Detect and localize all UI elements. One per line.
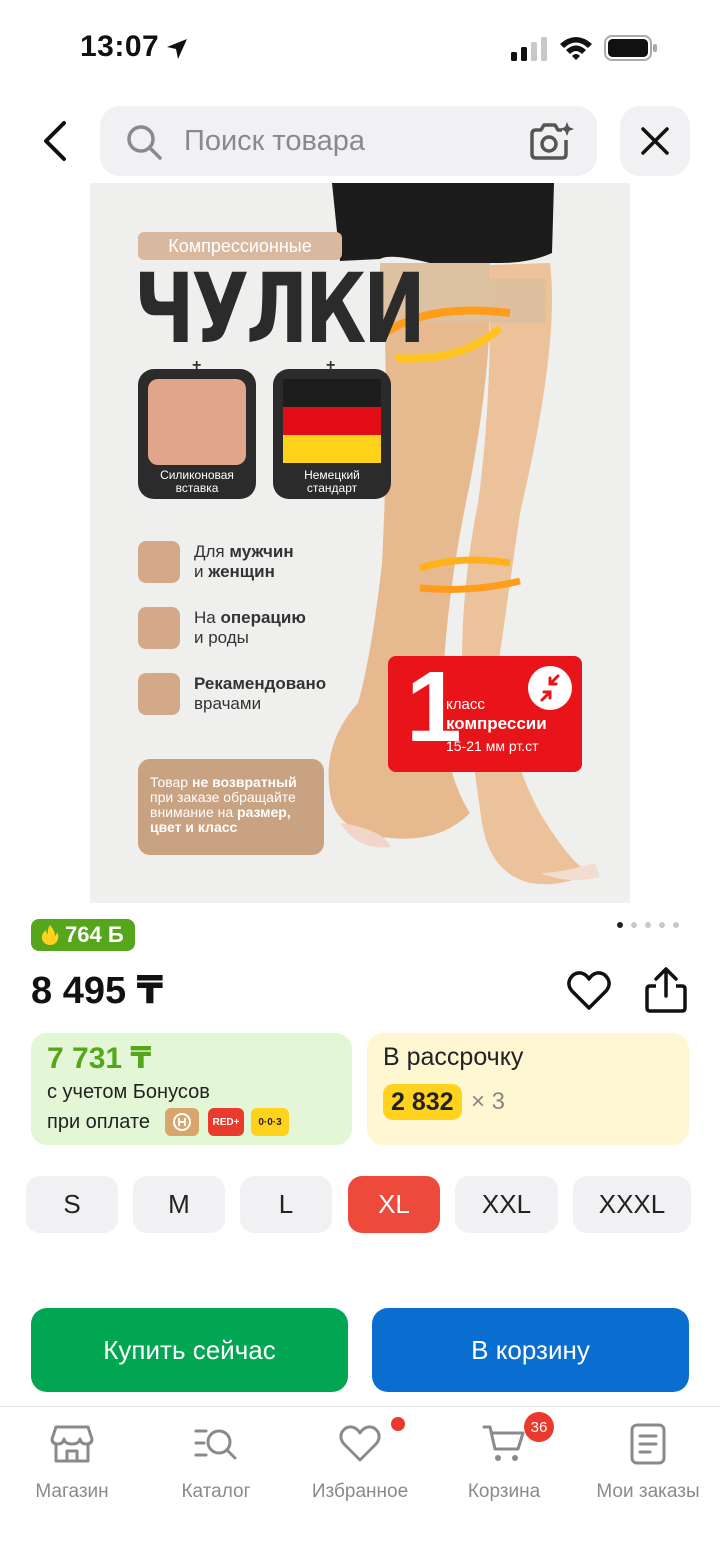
tab-label: Магазин [35,1481,109,1502]
class-label: класс [446,696,485,713]
camera-search-icon[interactable] [528,120,574,162]
tab-store[interactable]: Магазин [0,1423,144,1513]
buy-now-button[interactable]: Купить сейчас [31,1308,348,1392]
pagination-dot[interactable] [673,922,679,928]
installment-title: В рассрочку [383,1043,524,1071]
installment-003-chip: 0·0·3 [251,1108,289,1136]
image-card-german-standard: Немецкий стандарт [273,369,391,499]
search-bar[interactable] [100,106,597,176]
feature-text: Для [194,542,230,561]
feature-text: мужчин [229,542,294,561]
german-flag-icon [283,407,381,435]
tab-label: Корзина [467,1481,541,1502]
add-to-cart-button[interactable]: В корзину [372,1308,689,1392]
product-image[interactable]: Компрессионные ЧУЛКИ + + Силиконовая вст… [90,183,630,903]
image-card-silicone: Силиконовая вставка [138,369,256,499]
size-option-l[interactable]: L [240,1176,332,1233]
image-title: ЧУЛКИ [134,253,426,365]
installment-amount: 2 832 [383,1084,462,1120]
back-button[interactable] [28,112,82,170]
tab-favorites[interactable]: Избранное [288,1423,432,1513]
gender-icon [138,541,180,583]
image-return-note: Товар не возвратный при заказе обращайте… [138,759,324,855]
store-icon [50,1425,94,1463]
feature-text: врачами [194,694,262,713]
cart-count-badge: 36 [524,1412,554,1442]
product-price: 8 495 ₸ [31,970,164,1012]
red-plus-chip: RED+ [208,1108,244,1136]
feature-text: Рекамендовано [194,674,327,693]
tab-cart[interactable]: Корзина [432,1423,576,1513]
image-compression-class-badge: 1 класс компрессии 15-21 мм рт.ст [388,651,582,772]
feature-text: и [194,562,209,581]
image-feature-doctors: Рекамендовано врачами [138,673,326,715]
share-icon[interactable] [644,966,688,1014]
image-feature-surgery: На операцию и роды [138,607,306,649]
size-option-xxxl[interactable]: XXXL [573,1176,691,1233]
bottom-tab-bar: Магазин Каталог Избранное Корзина Мои за… [0,1406,720,1561]
kaspi-gold-icon [165,1108,199,1136]
installment-multiplier: × 3 [471,1088,506,1115]
bonus-price: 7 731 ₸ [47,1042,152,1075]
class-label: компрессии [446,714,547,733]
status-bar: 13:07 [0,0,720,100]
class-label: 15-21 мм рт.ст [446,738,539,754]
installment-card[interactable]: В рассрочку 2 832 × 3 [367,1033,689,1145]
fire-icon [41,925,59,945]
close-button[interactable] [620,106,690,176]
tab-label: Мои заказы [596,1481,700,1502]
tab-label: Избранное [311,1481,409,1502]
bonus-note: с учетом Бонусов [47,1081,210,1103]
tab-catalog[interactable]: Каталог [144,1423,288,1513]
size-option-xxl[interactable]: XXL [455,1176,558,1233]
close-icon [641,127,669,155]
feature-text: и роды [194,628,249,647]
favorites-notification-dot [391,1417,405,1431]
catalog-search-icon [194,1429,237,1460]
tab-label: Каталог [181,1481,251,1502]
feature-text: женщин [208,562,275,581]
bonus-price-card[interactable]: 7 731 ₸ с учетом Бонусов при оплате RED+… [31,1033,352,1145]
note-text: Товар [150,774,192,790]
bonus-points-badge: 764 Б [31,919,135,951]
size-option-m[interactable]: M [133,1176,225,1233]
feature-text: операцию [220,608,306,627]
cellular-signal-icon [511,37,547,61]
heart-icon [339,1425,381,1462]
tab-orders[interactable]: Мои заказы [576,1423,720,1513]
card-label: стандарт [306,481,358,495]
compress-arrows-icon [528,666,572,710]
cart-icon [482,1425,525,1461]
bonus-points-value: 764 Б [65,922,124,947]
battery-icon [604,35,657,61]
search-icon [127,125,162,160]
favorite-heart-icon[interactable] [566,968,612,1014]
location-arrow-icon [167,39,187,59]
card-label: вставка [175,481,219,495]
image-pagination-dots[interactable] [617,922,687,928]
size-option-xl[interactable]: XL [348,1176,440,1233]
chevron-left-icon [44,121,66,161]
orders-icon [630,1423,666,1465]
status-time: 13:07 [80,30,160,63]
search-input[interactable] [184,106,514,176]
heart-pulse-icon [138,607,180,649]
bonus-note: при оплате [47,1111,151,1133]
medical-cross-icon [138,673,180,715]
image-feature-gender: Для мужчин и женщин [138,541,294,583]
wifi-icon [560,37,592,60]
pagination-dot[interactable] [645,922,651,928]
note-text: не возвратный [192,774,297,790]
pagination-dot[interactable] [617,922,623,928]
pagination-dot[interactable] [659,922,665,928]
feature-text: На [194,608,221,627]
pagination-dot[interactable] [631,922,637,928]
size-option-s[interactable]: S [26,1176,118,1233]
